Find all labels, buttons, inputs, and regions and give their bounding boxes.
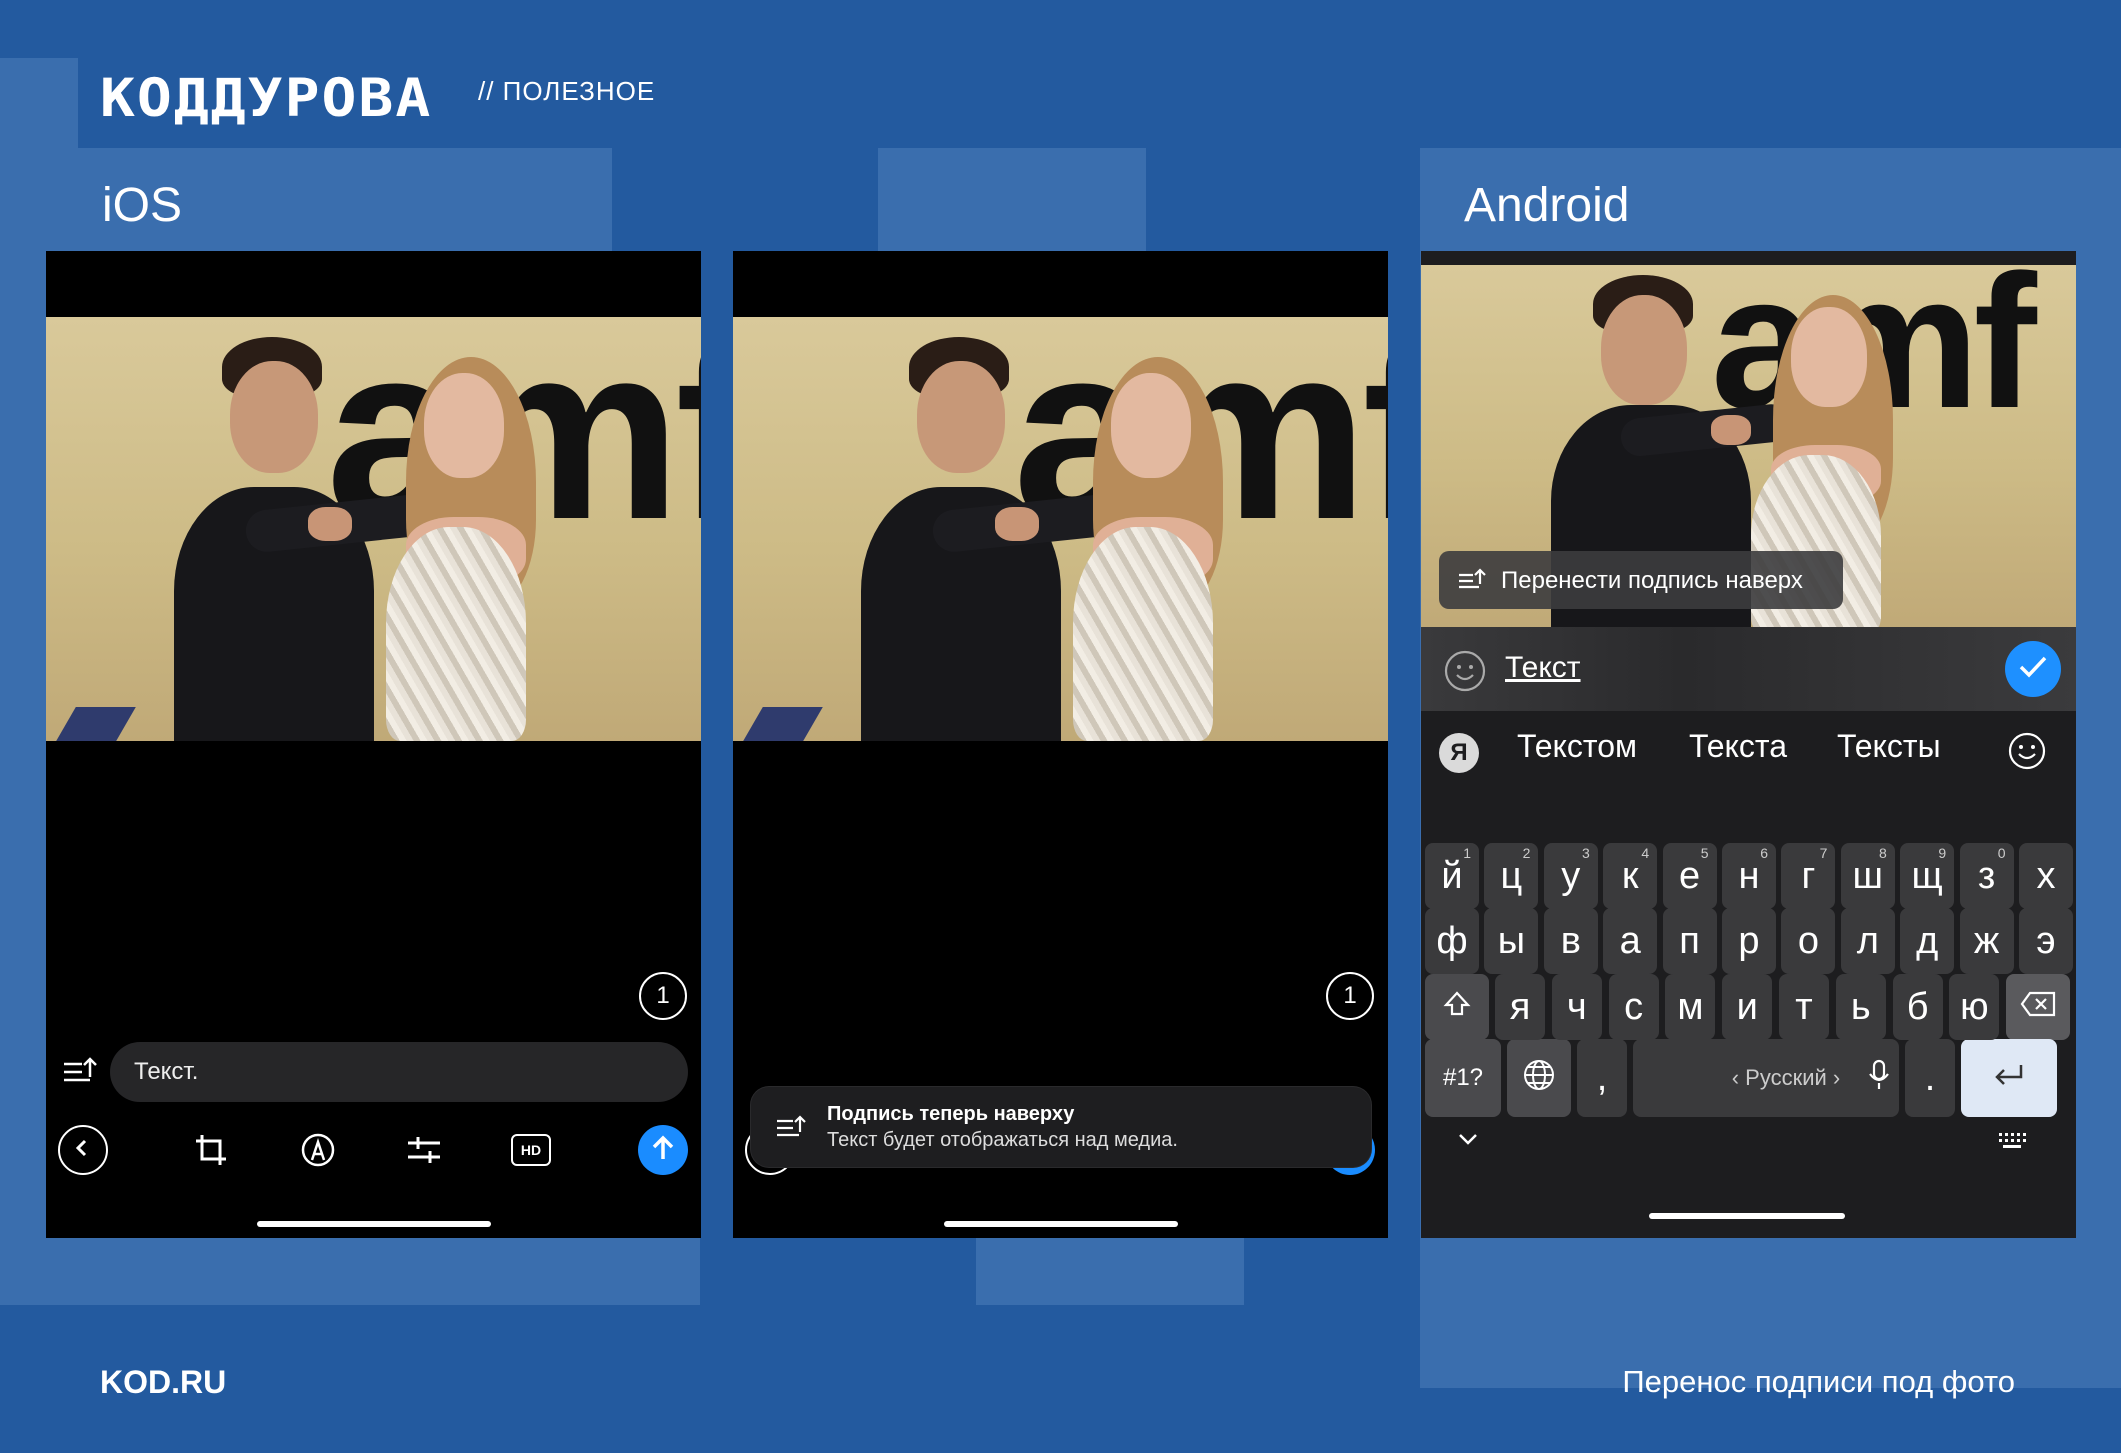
backspace-icon xyxy=(2020,991,2056,1024)
move-caption-label: Перенести подпись наверх xyxy=(1501,567,1803,594)
key-в[interactable]: в xyxy=(1543,908,1598,974)
key-и[interactable]: и xyxy=(1722,974,1773,1040)
caption-row: Текст xyxy=(1421,627,2076,711)
enter-key[interactable] xyxy=(1961,1039,2057,1117)
emoji-keyboard-icon[interactable] xyxy=(2007,731,2047,776)
key-э[interactable]: э xyxy=(2019,908,2073,974)
footer-caption: Перенос подписи под фото xyxy=(1622,1364,2015,1399)
adjust-icon[interactable] xyxy=(406,1133,442,1172)
ios-phone-editor-toast: amf 1 Подпись теперь наверху Текст будет… xyxy=(733,251,1388,1238)
key-г[interactable]: г7 xyxy=(1781,843,1836,909)
shift-icon xyxy=(1442,989,1472,1026)
home-indicator xyxy=(257,1221,491,1227)
android-phone-editor: amf Перенести подпись наверх Текст Я Тек… xyxy=(1421,251,2076,1238)
key-ф[interactable]: ф xyxy=(1425,908,1479,974)
key-й[interactable]: й1 xyxy=(1425,843,1479,909)
key-л[interactable]: л xyxy=(1840,908,1895,974)
space-key[interactable]: ‹ Русский › xyxy=(1633,1039,1899,1117)
key-ц[interactable]: ц2 xyxy=(1484,843,1539,909)
key-у[interactable]: у3 xyxy=(1543,843,1598,909)
toast-body: Текст будет отображаться над медиа. xyxy=(827,1129,1178,1151)
move-caption-button[interactable]: Перенести подпись наверх xyxy=(1439,551,1843,609)
key-с[interactable]: с xyxy=(1608,974,1659,1040)
hide-keyboard-icon[interactable] xyxy=(1457,1131,1479,1152)
key-щ[interactable]: щ9 xyxy=(1900,843,1955,909)
draw-icon[interactable] xyxy=(300,1132,336,1173)
suggestion-2[interactable]: Текста xyxy=(1689,728,1787,765)
shift-key[interactable] xyxy=(1425,974,1489,1040)
period-key[interactable]: . xyxy=(1905,1039,1955,1117)
suggestion-1[interactable]: Текстом xyxy=(1517,728,1637,765)
hd-icon[interactable]: HD xyxy=(511,1134,551,1166)
mic-icon xyxy=(1868,1059,1890,1097)
caption-moved-toast: Подпись теперь наверху Текст будет отобр… xyxy=(751,1087,1371,1167)
key-ж[interactable]: ж xyxy=(1959,908,2014,974)
platform-label-android: Android xyxy=(1464,179,1630,232)
brand-logo: КОДДУРОВА xyxy=(100,67,433,129)
key-к[interactable]: к4 xyxy=(1603,843,1658,909)
key-ч[interactable]: ч xyxy=(1551,974,1602,1040)
photo-preview: amf xyxy=(733,317,1388,741)
key-о[interactable]: о xyxy=(1781,908,1836,974)
send-icon xyxy=(651,1135,675,1166)
back-icon xyxy=(73,1138,93,1163)
selection-counter[interactable]: 1 xyxy=(639,972,687,1020)
key-б[interactable]: б xyxy=(1892,974,1943,1040)
crop-icon[interactable] xyxy=(194,1133,228,1172)
key-з[interactable]: з0 xyxy=(1959,843,2014,909)
key-а[interactable]: а xyxy=(1603,908,1658,974)
key-я[interactable]: я xyxy=(1495,974,1545,1040)
section-label: // ПОЛЕЗНОЕ xyxy=(478,76,656,106)
key-д[interactable]: д xyxy=(1900,908,1955,974)
confirm-button[interactable] xyxy=(2005,641,2061,697)
toast-title: Подпись теперь наверху xyxy=(827,1103,1075,1125)
send-button[interactable] xyxy=(638,1125,688,1175)
key-ю[interactable]: ю xyxy=(1949,974,2000,1040)
key-ы[interactable]: ы xyxy=(1484,908,1539,974)
move-caption-icon xyxy=(1457,567,1487,598)
suggestion-3[interactable]: Тексты xyxy=(1837,728,1941,765)
language-key[interactable] xyxy=(1507,1039,1571,1117)
globe-icon xyxy=(1522,1058,1556,1099)
yandex-logo[interactable]: Я xyxy=(1439,733,1479,773)
home-indicator xyxy=(1649,1213,1845,1219)
back-button[interactable] xyxy=(58,1125,108,1175)
comma-key[interactable]: , xyxy=(1577,1039,1627,1117)
backspace-key[interactable] xyxy=(2006,974,2070,1040)
enter-icon xyxy=(1991,1057,2027,1100)
move-caption-icon[interactable] xyxy=(62,1055,98,1092)
key-р[interactable]: р xyxy=(1722,908,1776,974)
move-caption-icon xyxy=(775,1113,807,1146)
caption-input[interactable]: Текст xyxy=(1505,651,1581,685)
platform-label-ios: iOS xyxy=(102,179,183,232)
keyboard-switch-icon[interactable] xyxy=(1997,1131,2027,1156)
footer-site[interactable]: KOD.RU xyxy=(100,1364,226,1401)
caption-input[interactable]: Текст. xyxy=(110,1042,688,1102)
key-х[interactable]: х xyxy=(2019,843,2073,909)
key-т[interactable]: т xyxy=(1779,974,1829,1040)
key-е[interactable]: е5 xyxy=(1662,843,1717,909)
key-ь[interactable]: ь xyxy=(1835,974,1886,1040)
space-label: ‹ Русский › xyxy=(1731,1065,1841,1090)
emoji-icon[interactable] xyxy=(1443,649,1487,698)
symbols-key[interactable]: #1? xyxy=(1425,1039,1501,1117)
ios-phone-editor: amf 1 Текст. HD xyxy=(46,251,701,1238)
check-icon xyxy=(2018,655,2048,684)
key-м[interactable]: м xyxy=(1665,974,1716,1040)
selection-counter[interactable]: 1 xyxy=(1326,972,1374,1020)
key-ш[interactable]: ш8 xyxy=(1840,843,1895,909)
key-п[interactable]: п xyxy=(1662,908,1717,974)
key-н[interactable]: н6 xyxy=(1722,843,1776,909)
home-indicator xyxy=(944,1221,1178,1227)
photo-preview: amf xyxy=(46,317,701,741)
